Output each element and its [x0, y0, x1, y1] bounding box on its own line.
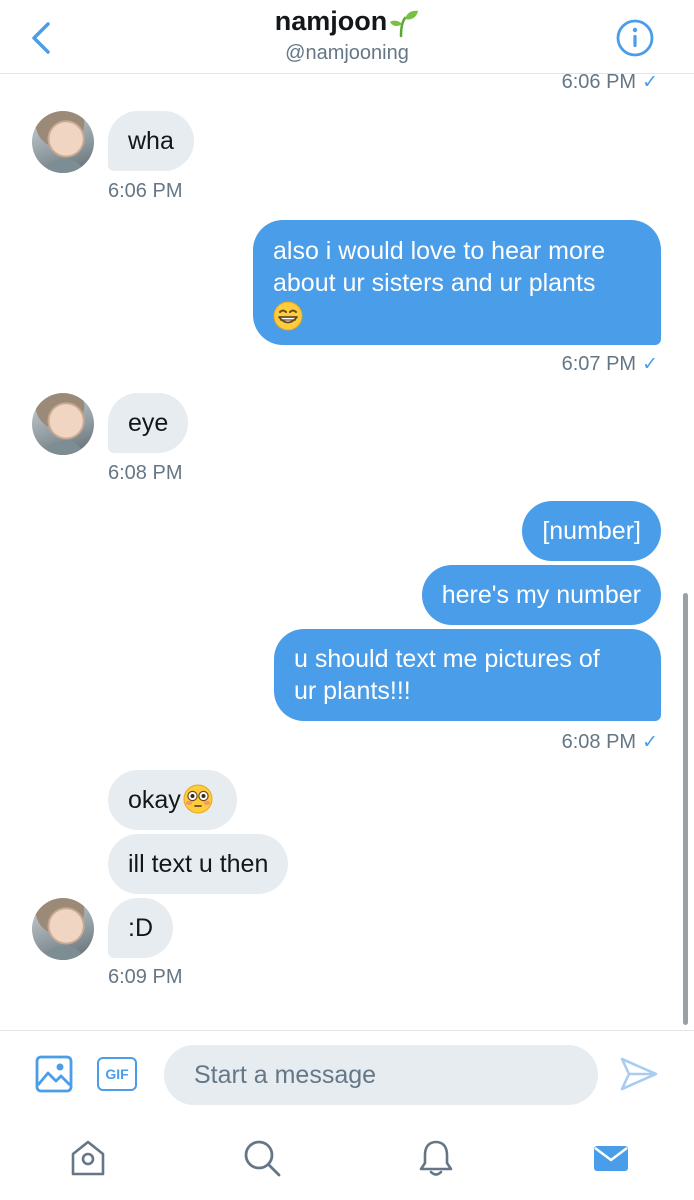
- message-input[interactable]: [164, 1045, 598, 1105]
- avatar[interactable]: [32, 111, 94, 173]
- incoming-message: :D: [108, 898, 173, 958]
- send-button[interactable]: [619, 1056, 659, 1097]
- message-text: [number]: [542, 517, 641, 545]
- message-text-line: u should text me pictures of: [294, 645, 600, 673]
- gif-icon: GIF: [105, 1066, 129, 1082]
- flushed-face-emoji-icon: [183, 784, 213, 814]
- read-check-icon: ✓: [642, 732, 658, 753]
- message-text: okay: [128, 786, 181, 814]
- message-composer: GIF: [0, 1030, 694, 1120]
- timestamp-text: 6:08 PM: [561, 731, 637, 753]
- info-button[interactable]: [615, 18, 655, 58]
- home-icon: [71, 1140, 105, 1176]
- conversation-title[interactable]: namjoon: [0, 6, 694, 38]
- timestamp-text: 6:07 PM: [561, 353, 637, 375]
- message-text: wha: [128, 127, 174, 155]
- message-text-line: ur plants!!!: [294, 677, 411, 705]
- message-timestamp: 6:06 PM ✓: [562, 71, 658, 94]
- message-text: eye: [128, 409, 169, 437]
- message-text: ill text u then: [128, 850, 269, 878]
- outgoing-message: also i would love to hear more about ur …: [253, 220, 661, 345]
- contact-name: namjoon: [274, 6, 388, 36]
- outgoing-message: [number]: [522, 501, 661, 561]
- outgoing-message: u should text me pictures of ur plants!!…: [274, 629, 661, 721]
- message-text-line: also i would love to hear more: [273, 237, 606, 265]
- message-timestamp: 6:09 PM: [108, 966, 183, 988]
- add-gif-button[interactable]: GIF: [97, 1057, 137, 1091]
- read-check-icon: ✓: [642, 72, 658, 93]
- message-timestamp: 6:08 PM ✓: [562, 731, 658, 754]
- tab-search[interactable]: [240, 1136, 284, 1180]
- tab-notifications[interactable]: [414, 1136, 458, 1180]
- avatar[interactable]: [32, 898, 94, 960]
- outgoing-message: here's my number: [421, 565, 661, 625]
- conversation-header: namjoon @namjooning: [0, 0, 694, 74]
- info-icon: [616, 19, 654, 57]
- image-icon: [35, 1055, 73, 1093]
- tab-home[interactable]: [66, 1136, 110, 1180]
- mail-icon: [594, 1146, 628, 1171]
- message-timestamp: 6:06 PM: [108, 180, 183, 202]
- contact-handle: @namjooning: [285, 42, 409, 64]
- message-text-line: about ur sisters and ur plants: [273, 269, 596, 297]
- timestamp-text: 6:06 PM: [561, 71, 637, 93]
- add-image-button[interactable]: [35, 1055, 73, 1098]
- bottom-tab-bar: [0, 1120, 694, 1200]
- message-emoji-line: [273, 299, 641, 331]
- bell-icon: [419, 1140, 453, 1176]
- scrollbar[interactable]: [683, 593, 688, 1025]
- incoming-message: ill text u then: [108, 834, 289, 894]
- tab-messages[interactable]: [589, 1136, 633, 1180]
- message-timestamp: 6:08 PM: [108, 462, 183, 484]
- seedling-emoji-icon: [390, 10, 419, 38]
- grinning-face-emoji-icon: [273, 301, 303, 331]
- send-icon: [620, 1057, 658, 1091]
- incoming-message: eye: [108, 393, 189, 453]
- avatar[interactable]: [32, 393, 94, 455]
- message-text: here's my number: [441, 581, 641, 609]
- read-check-icon: ✓: [642, 354, 658, 375]
- search-icon: [244, 1140, 281, 1177]
- incoming-message: wha: [108, 111, 194, 171]
- message-text: :D: [128, 914, 153, 942]
- incoming-message: okay: [108, 770, 237, 830]
- message-timestamp: 6:07 PM ✓: [562, 353, 658, 376]
